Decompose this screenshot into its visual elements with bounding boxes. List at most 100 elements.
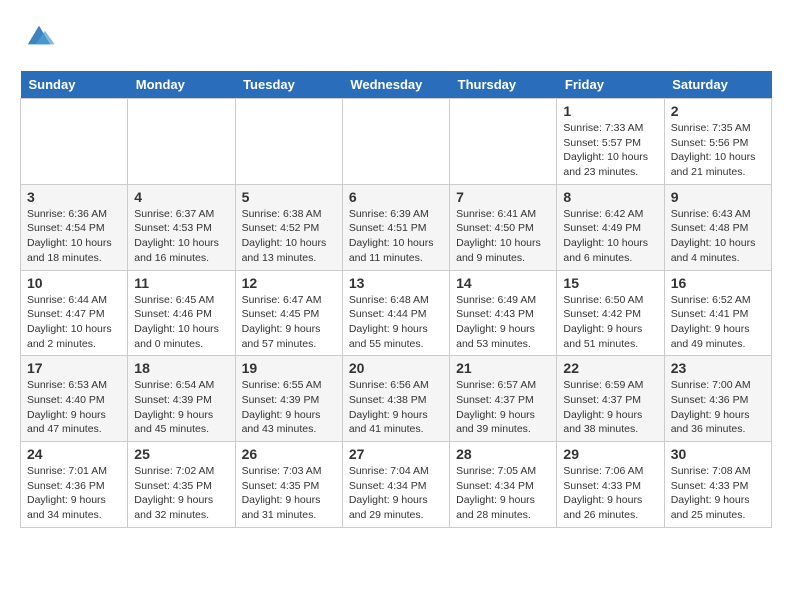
day-number: 21 bbox=[456, 360, 550, 376]
day-detail: Sunrise: 6:54 AM Sunset: 4:39 PM Dayligh… bbox=[134, 378, 228, 437]
calendar-cell: 4 Sunrise: 6:37 AM Sunset: 4:53 PM Daylig… bbox=[128, 184, 235, 270]
day-detail: Sunrise: 7:02 AM Sunset: 4:35 PM Dayligh… bbox=[134, 464, 228, 523]
day-detail: Sunrise: 6:45 AM Sunset: 4:46 PM Dayligh… bbox=[134, 293, 228, 352]
calendar-cell bbox=[235, 99, 342, 185]
day-detail: Sunrise: 6:43 AM Sunset: 4:48 PM Dayligh… bbox=[671, 207, 765, 266]
day-detail: Sunrise: 6:36 AM Sunset: 4:54 PM Dayligh… bbox=[27, 207, 121, 266]
column-header-tuesday: Tuesday bbox=[235, 71, 342, 99]
calendar-cell: 28Sunrise: 7:05 AM Sunset: 4:34 PM Dayli… bbox=[450, 442, 557, 528]
day-detail: Sunrise: 7:05 AM Sunset: 4:34 PM Dayligh… bbox=[456, 464, 550, 523]
calendar-cell: 23 Sunrise: 7:00 AM Sunset: 4:36 PM Dayli… bbox=[664, 356, 771, 442]
calendar-cell: 18 Sunrise: 6:54 AM Sunset: 4:39 PM Dayli… bbox=[128, 356, 235, 442]
calendar-cell: 26Sunrise: 7:03 AM Sunset: 4:35 PM Dayli… bbox=[235, 442, 342, 528]
calendar-cell: 29 Sunrise: 7:06 AM Sunset: 4:33 PM Dayli… bbox=[557, 442, 664, 528]
day-detail: Sunrise: 6:59 AM Sunset: 4:37 PM Dayligh… bbox=[563, 378, 657, 437]
day-number: 18 bbox=[134, 360, 228, 376]
day-detail: Sunrise: 7:04 AM Sunset: 4:34 PM Dayligh… bbox=[349, 464, 443, 523]
calendar-cell: 14 Sunrise: 6:49 AM Sunset: 4:43 PM Dayli… bbox=[450, 270, 557, 356]
day-number: 10 bbox=[27, 275, 121, 291]
day-number: 6 bbox=[349, 189, 443, 205]
day-detail: Sunrise: 6:56 AM Sunset: 4:38 PM Dayligh… bbox=[349, 378, 443, 437]
day-number: 29 bbox=[563, 446, 657, 462]
day-number: 5 bbox=[242, 189, 336, 205]
calendar-cell: 30 Sunrise: 7:08 AM Sunset: 4:33 PM Dayli… bbox=[664, 442, 771, 528]
calendar-cell: 15 Sunrise: 6:50 AM Sunset: 4:42 PM Dayli… bbox=[557, 270, 664, 356]
calendar-cell: 17 Sunrise: 6:53 AM Sunset: 4:40 PM Dayli… bbox=[21, 356, 128, 442]
day-number: 16 bbox=[671, 275, 765, 291]
day-detail: Sunrise: 6:37 AM Sunset: 4:53 PM Dayligh… bbox=[134, 207, 228, 266]
calendar-cell: 24 Sunrise: 7:01 AM Sunset: 4:36 PM Dayli… bbox=[21, 442, 128, 528]
calendar-cell: 12 Sunrise: 6:47 AM Sunset: 4:45 PM Dayli… bbox=[235, 270, 342, 356]
day-number: 11 bbox=[134, 275, 228, 291]
calendar-cell: 5 Sunrise: 6:38 AM Sunset: 4:52 PM Daylig… bbox=[235, 184, 342, 270]
day-number: 22 bbox=[563, 360, 657, 376]
day-detail: Sunrise: 6:52 AM Sunset: 4:41 PM Dayligh… bbox=[671, 293, 765, 352]
column-header-sunday: Sunday bbox=[21, 71, 128, 99]
calendar-cell: 22 Sunrise: 6:59 AM Sunset: 4:37 PM Dayli… bbox=[557, 356, 664, 442]
day-number: 24 bbox=[27, 446, 121, 462]
day-detail: Sunrise: 7:01 AM Sunset: 4:36 PM Dayligh… bbox=[27, 464, 121, 523]
column-header-monday: Monday bbox=[128, 71, 235, 99]
day-detail: Sunrise: 7:35 AM Sunset: 5:56 PM Dayligh… bbox=[671, 121, 765, 180]
day-number: 7 bbox=[456, 189, 550, 205]
calendar-cell: 3 Sunrise: 6:36 AM Sunset: 4:54 PM Daylig… bbox=[21, 184, 128, 270]
day-number: 15 bbox=[563, 275, 657, 291]
day-number: 20 bbox=[349, 360, 443, 376]
calendar-cell: 6 Sunrise: 6:39 AM Sunset: 4:51 PM Daylig… bbox=[342, 184, 449, 270]
day-number: 14 bbox=[456, 275, 550, 291]
day-detail: Sunrise: 6:42 AM Sunset: 4:49 PM Dayligh… bbox=[563, 207, 657, 266]
day-detail: Sunrise: 6:38 AM Sunset: 4:52 PM Dayligh… bbox=[242, 207, 336, 266]
day-detail: Sunrise: 6:55 AM Sunset: 4:39 PM Dayligh… bbox=[242, 378, 336, 437]
day-number: 19 bbox=[242, 360, 336, 376]
day-number: 12 bbox=[242, 275, 336, 291]
calendar-cell: 20 Sunrise: 6:56 AM Sunset: 4:38 PM Dayli… bbox=[342, 356, 449, 442]
logo bbox=[20, 20, 54, 55]
day-number: 30 bbox=[671, 446, 765, 462]
day-detail: Sunrise: 6:53 AM Sunset: 4:40 PM Dayligh… bbox=[27, 378, 121, 437]
day-detail: Sunrise: 6:47 AM Sunset: 4:45 PM Dayligh… bbox=[242, 293, 336, 352]
calendar-cell: 1 Sunrise: 7:33 AM Sunset: 5:57 PM Daylig… bbox=[557, 99, 664, 185]
day-number: 1 bbox=[563, 103, 657, 119]
day-detail: Sunrise: 6:50 AM Sunset: 4:42 PM Dayligh… bbox=[563, 293, 657, 352]
day-number: 25 bbox=[134, 446, 228, 462]
day-detail: Sunrise: 6:44 AM Sunset: 4:47 PM Dayligh… bbox=[27, 293, 121, 352]
day-number: 13 bbox=[349, 275, 443, 291]
column-header-friday: Friday bbox=[557, 71, 664, 99]
calendar-cell: 8 Sunrise: 6:42 AM Sunset: 4:49 PM Daylig… bbox=[557, 184, 664, 270]
day-detail: Sunrise: 7:00 AM Sunset: 4:36 PM Dayligh… bbox=[671, 378, 765, 437]
day-detail: Sunrise: 6:57 AM Sunset: 4:37 PM Dayligh… bbox=[456, 378, 550, 437]
day-detail: Sunrise: 7:08 AM Sunset: 4:33 PM Dayligh… bbox=[671, 464, 765, 523]
calendar-cell bbox=[21, 99, 128, 185]
day-number: 9 bbox=[671, 189, 765, 205]
day-number: 26 bbox=[242, 446, 336, 462]
day-detail: Sunrise: 6:41 AM Sunset: 4:50 PM Dayligh… bbox=[456, 207, 550, 266]
calendar-cell: 13 Sunrise: 6:48 AM Sunset: 4:44 PM Dayli… bbox=[342, 270, 449, 356]
column-header-wednesday: Wednesday bbox=[342, 71, 449, 99]
calendar-cell: 7 Sunrise: 6:41 AM Sunset: 4:50 PM Daylig… bbox=[450, 184, 557, 270]
day-number: 2 bbox=[671, 103, 765, 119]
day-number: 27 bbox=[349, 446, 443, 462]
column-header-saturday: Saturday bbox=[664, 71, 771, 99]
day-number: 8 bbox=[563, 189, 657, 205]
day-detail: Sunrise: 6:48 AM Sunset: 4:44 PM Dayligh… bbox=[349, 293, 443, 352]
calendar-cell bbox=[450, 99, 557, 185]
page-header bbox=[20, 20, 772, 55]
calendar-cell: 27 Sunrise: 7:04 AM Sunset: 4:34 PM Dayli… bbox=[342, 442, 449, 528]
calendar-cell: 11 Sunrise: 6:45 AM Sunset: 4:46 PM Dayli… bbox=[128, 270, 235, 356]
calendar-cell: 2 Sunrise: 7:35 AM Sunset: 5:56 PM Daylig… bbox=[664, 99, 771, 185]
day-number: 23 bbox=[671, 360, 765, 376]
day-detail: Sunrise: 7:33 AM Sunset: 5:57 PM Dayligh… bbox=[563, 121, 657, 180]
calendar-table: SundayMondayTuesdayWednesdayThursdayFrid… bbox=[20, 71, 772, 528]
day-number: 3 bbox=[27, 189, 121, 205]
day-detail: Sunrise: 6:39 AM Sunset: 4:51 PM Dayligh… bbox=[349, 207, 443, 266]
calendar-cell: 16 Sunrise: 6:52 AM Sunset: 4:41 PM Dayli… bbox=[664, 270, 771, 356]
calendar-cell: 25 Sunrise: 7:02 AM Sunset: 4:35 PM Dayli… bbox=[128, 442, 235, 528]
day-number: 4 bbox=[134, 189, 228, 205]
calendar-cell: 19 Sunrise: 6:55 AM Sunset: 4:39 PM Dayli… bbox=[235, 356, 342, 442]
day-detail: Sunrise: 6:49 AM Sunset: 4:43 PM Dayligh… bbox=[456, 293, 550, 352]
calendar-cell bbox=[342, 99, 449, 185]
calendar-cell: 9 Sunrise: 6:43 AM Sunset: 4:48 PM Daylig… bbox=[664, 184, 771, 270]
day-number: 17 bbox=[27, 360, 121, 376]
column-header-thursday: Thursday bbox=[450, 71, 557, 99]
day-detail: Sunrise: 7:06 AM Sunset: 4:33 PM Dayligh… bbox=[563, 464, 657, 523]
